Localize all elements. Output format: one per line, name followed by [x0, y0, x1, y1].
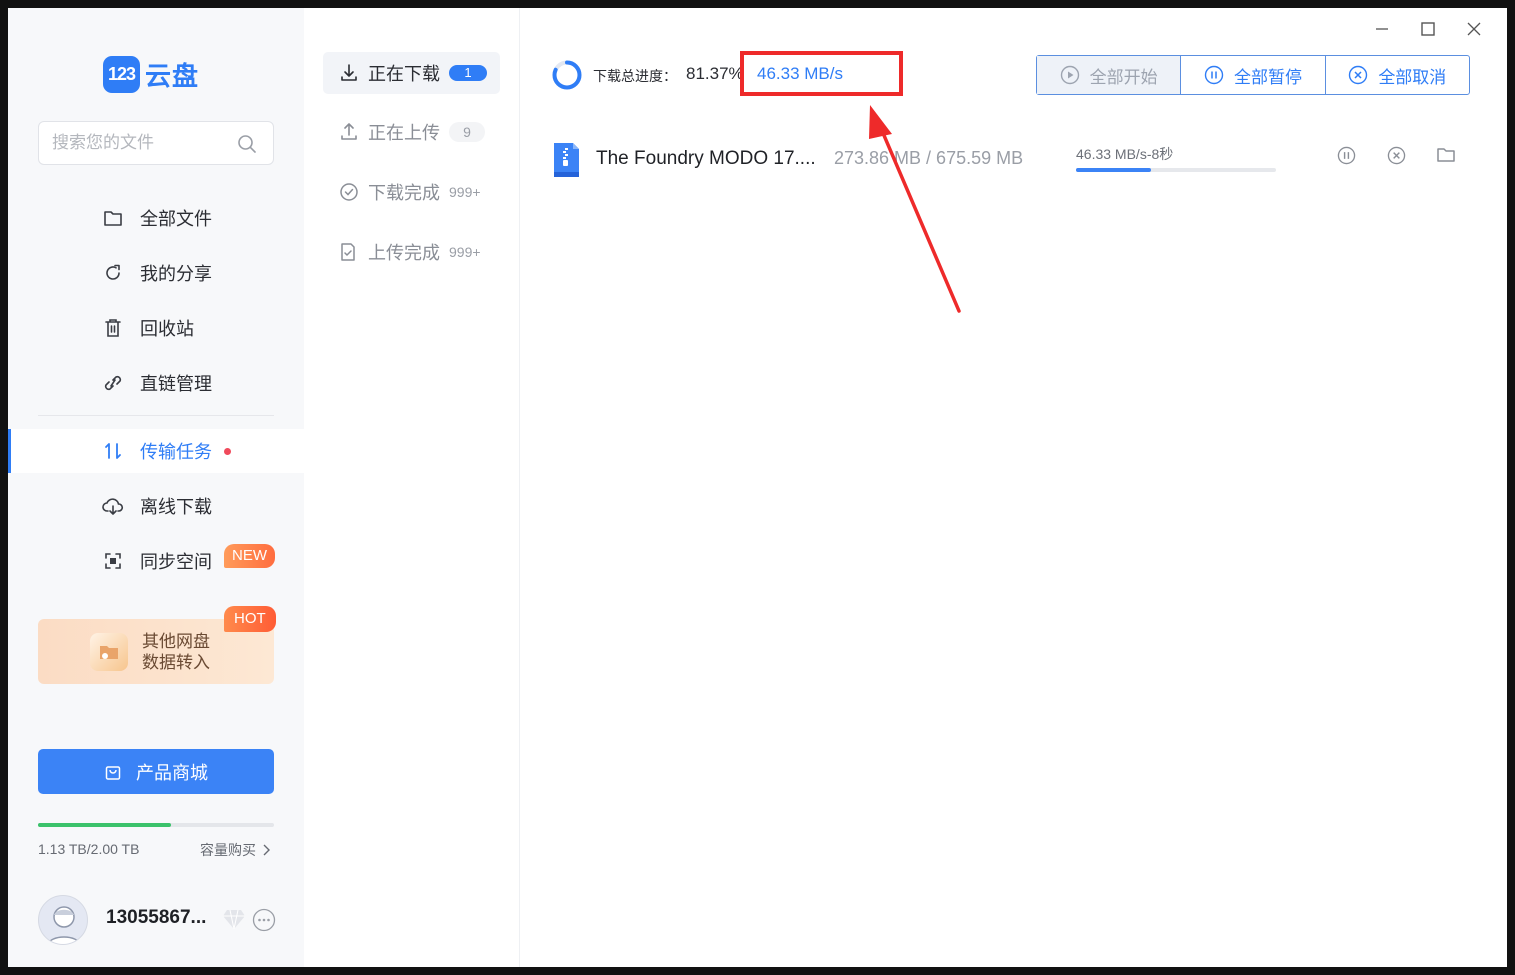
tab-uploading[interactable]: 正在上传 9: [323, 111, 500, 153]
vip-diamond-icon[interactable]: [222, 908, 246, 935]
storage-usage-bar: [38, 823, 274, 827]
download-icon: [339, 63, 359, 83]
cancel-icon: [1348, 65, 1368, 85]
task-speed-eta: 46.33 MB/s-8秒: [1076, 146, 1174, 162]
sidebar-item-all-files[interactable]: 全部文件: [8, 196, 304, 240]
start-all-button[interactable]: 全部开始: [1037, 56, 1182, 94]
task-cancel-icon[interactable]: [1386, 145, 1406, 165]
sidebar-item-recycle-bin[interactable]: 回收站: [8, 306, 304, 350]
notification-dot: [224, 447, 231, 455]
pause-icon: [1204, 65, 1224, 85]
sidebar-item-label: 直链管理: [140, 374, 212, 394]
sidebar-item-label: 传输任务: [140, 442, 212, 462]
check-file-icon: [339, 242, 359, 262]
sidebar-item-label: 全部文件: [140, 209, 212, 229]
logo: 123 云盘: [103, 56, 199, 93]
share-icon: [102, 262, 124, 284]
bulk-actions: 全部开始 全部暂停 全部取消: [1036, 55, 1470, 95]
tab-label: 正在上传: [368, 123, 440, 143]
folder-icon: [102, 207, 124, 229]
hot-badge: HOT: [224, 606, 276, 632]
pause-all-button[interactable]: 全部暂停: [1181, 56, 1326, 94]
download-task-row[interactable]: The Foundry MODO 17.... 273.86 MB / 675.…: [551, 140, 1481, 180]
product-store-button[interactable]: 产品商城: [38, 749, 274, 794]
total-progress-label: 下载总进度：: [593, 68, 677, 84]
app-window: 123 云盘 全部文件 我的分享 回收站 直链管理 传输任务: [8, 8, 1507, 967]
more-options-icon[interactable]: [252, 908, 276, 937]
task-progress-fill: [1076, 168, 1151, 172]
sidebar-item-direct-links[interactable]: 直链管理: [8, 361, 304, 405]
pause-all-label: 全部暂停: [1233, 67, 1302, 87]
total-progress-percent: 81.37%: [686, 64, 744, 83]
task-pause-icon[interactable]: [1336, 145, 1356, 165]
sidebar-item-offline-download[interactable]: 离线下载: [8, 484, 304, 528]
sidebar-item-transfers[interactable]: 传输任务: [8, 429, 304, 473]
window-controls: [1371, 18, 1485, 40]
username: 13055867...: [106, 907, 207, 928]
main-panel: 下载总进度： 81.37% 46.33 MB/s 全部开始 全部暂停 全部取消: [521, 8, 1507, 967]
new-badge: NEW: [224, 544, 275, 568]
storage-usage-text: 1.13 TB/2.00 TB: [38, 841, 140, 857]
play-icon: [1060, 65, 1080, 85]
task-actions: [1336, 145, 1456, 165]
promo-line-1: 其他网盘: [142, 632, 210, 651]
transfer-tabs-panel: 正在下载 1 正在上传 9 下载完成 999+ 上传完成 999+: [304, 8, 520, 967]
tab-count: 1: [449, 65, 487, 81]
search-icon[interactable]: [237, 134, 257, 159]
shopping-bag-icon: [104, 763, 122, 781]
maximize-icon[interactable]: [1417, 18, 1439, 40]
sync-icon: [102, 550, 124, 572]
tab-count: 9: [449, 122, 485, 142]
import-folder-icon: [90, 633, 128, 671]
search-box[interactable]: [38, 121, 274, 165]
tab-label: 上传完成: [368, 243, 440, 263]
sidebar-divider: [38, 415, 274, 416]
sidebar: 123 云盘 全部文件 我的分享 回收站 直链管理 传输任务: [8, 8, 304, 967]
sidebar-item-label: 离线下载: [140, 497, 212, 517]
logo-mark: 123: [103, 56, 140, 93]
buy-storage-link[interactable]: 容量购买: [200, 840, 272, 860]
logo-text: 云盘: [145, 61, 200, 91]
speed-highlight-box: [740, 51, 903, 96]
task-open-folder-icon[interactable]: [1436, 145, 1456, 165]
tab-label: 正在下载: [368, 64, 440, 84]
sidebar-item-label: 同步空间: [140, 552, 212, 572]
tab-count: 999+: [449, 244, 481, 260]
link-icon: [102, 372, 124, 394]
sidebar-item-label: 回收站: [140, 319, 194, 339]
tab-label: 下载完成: [368, 183, 440, 203]
start-all-label: 全部开始: [1089, 67, 1158, 87]
product-store-label: 产品商城: [136, 762, 208, 783]
tab-downloading[interactable]: 正在下载 1: [323, 52, 500, 94]
check-circle-icon: [339, 182, 359, 202]
close-icon[interactable]: [1463, 18, 1485, 40]
upload-icon: [339, 122, 359, 142]
promo-text: 其他网盘 数据转入: [142, 631, 210, 673]
sidebar-item-my-share[interactable]: 我的分享: [8, 251, 304, 295]
tab-upload-complete[interactable]: 上传完成 999+: [323, 231, 500, 273]
promo-line-2: 数据转入: [142, 653, 210, 672]
task-file-name: The Foundry MODO 17....: [596, 148, 816, 169]
cancel-all-label: 全部取消: [1378, 67, 1447, 87]
transfer-icon: [102, 440, 124, 462]
task-progress-bar: [1076, 168, 1276, 172]
search-input[interactable]: [39, 122, 219, 164]
avatar[interactable]: [38, 895, 88, 945]
tab-count: 999+: [449, 184, 481, 200]
total-progress-ring: [552, 60, 582, 90]
buy-storage-label: 容量购买: [200, 842, 256, 858]
zip-file-icon: [554, 143, 579, 177]
tab-download-complete[interactable]: 下载完成 999+: [323, 171, 500, 213]
storage-usage-fill: [38, 823, 172, 827]
trash-icon: [102, 317, 124, 339]
minimize-icon[interactable]: [1371, 18, 1393, 40]
sidebar-item-label: 我的分享: [140, 264, 212, 284]
cancel-all-button[interactable]: 全部取消: [1326, 56, 1469, 94]
chevron-right-icon: [263, 844, 270, 856]
task-file-size: 273.86 MB / 675.59 MB: [834, 148, 1024, 168]
cloud-download-icon: [102, 495, 124, 517]
